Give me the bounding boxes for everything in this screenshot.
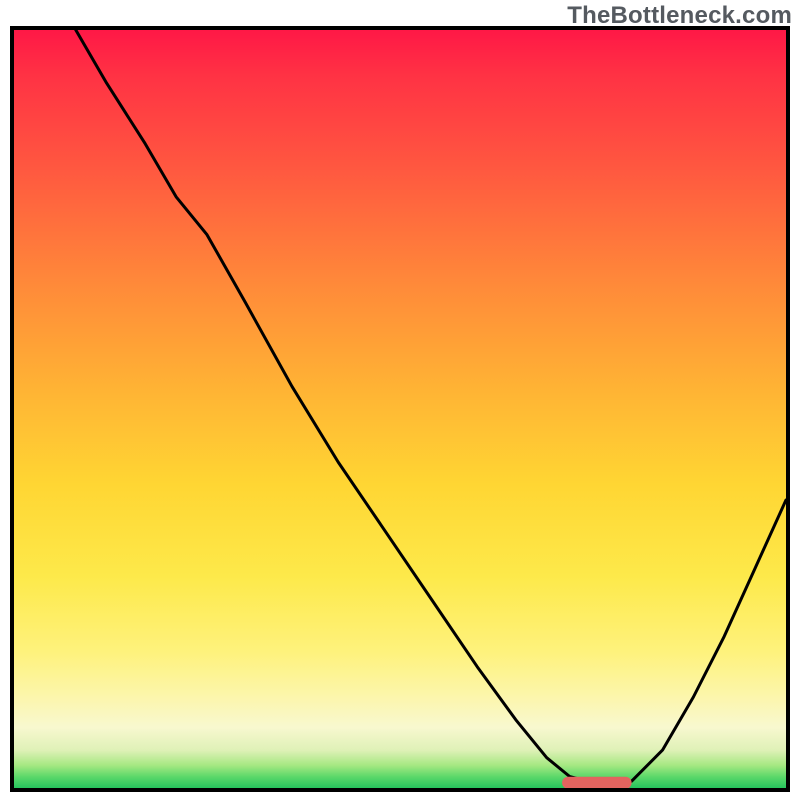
bottleneck-curve-path [76,30,786,783]
line-curve [14,30,786,788]
sweet-spot-marker [562,777,632,788]
chart-area [10,26,790,792]
